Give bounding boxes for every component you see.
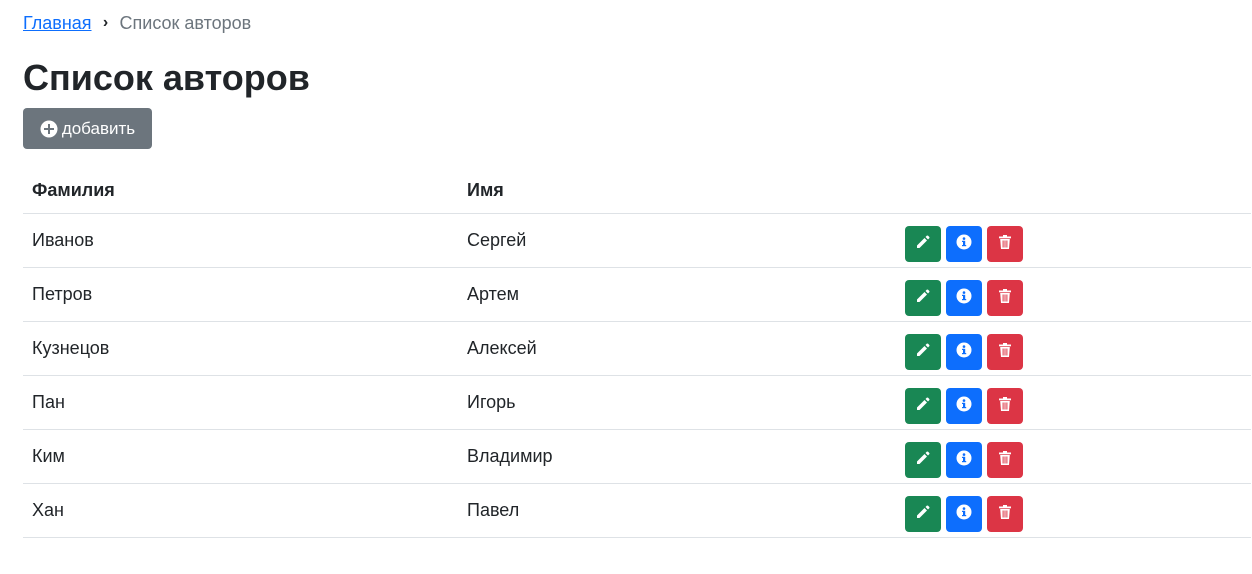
add-button-label: добавить — [61, 118, 136, 138]
cell-actions — [896, 213, 1251, 268]
cell-first-name: Сергей — [458, 213, 896, 268]
row-actions — [905, 279, 1251, 316]
delete-button[interactable] — [987, 279, 1023, 316]
edit-button[interactable] — [905, 279, 941, 316]
row-actions — [905, 441, 1251, 478]
breadcrumb: Главная › Список авторов — [23, 11, 251, 35]
pencil-icon — [915, 396, 931, 415]
info-circle-icon — [956, 450, 972, 469]
info-circle-icon — [956, 234, 972, 253]
cell-actions — [896, 321, 1251, 376]
info-circle-icon — [956, 504, 972, 523]
pencil-icon — [915, 288, 931, 307]
column-header-last-name: Фамилия — [23, 168, 458, 214]
pencil-icon — [915, 234, 931, 253]
trash-icon — [997, 450, 1013, 469]
info-button[interactable] — [946, 225, 982, 262]
table-header: Фамилия Имя — [23, 168, 1251, 214]
delete-button[interactable] — [987, 387, 1023, 424]
cell-actions — [896, 267, 1251, 322]
cell-first-name: Алексей — [458, 321, 896, 376]
cell-first-name: Владимир — [458, 429, 896, 484]
info-button[interactable] — [946, 387, 982, 424]
page-title: Список авторов — [23, 57, 310, 98]
table-row: Кузнецов Алексей — [23, 321, 1251, 376]
trash-icon — [997, 342, 1013, 361]
info-circle-icon — [956, 396, 972, 415]
cell-first-name: Павел — [458, 483, 896, 538]
cell-last-name: Пан — [23, 375, 458, 430]
trash-icon — [997, 288, 1013, 307]
table-body: Иванов Сергей Петров Артем Кузнецов Алек… — [23, 213, 1251, 538]
table-row: Иванов Сергей — [23, 213, 1251, 268]
delete-button[interactable] — [987, 495, 1023, 532]
pencil-icon — [915, 342, 931, 361]
cell-actions — [896, 429, 1251, 484]
row-actions — [905, 387, 1251, 424]
authors-table-wrapper: Фамилия Имя Иванов Сергей Петров Артем К… — [23, 168, 1251, 538]
breadcrumb-current: Список авторов — [119, 13, 252, 33]
table-row: Пан Игорь — [23, 375, 1251, 430]
trash-icon — [997, 396, 1013, 415]
row-actions — [905, 333, 1251, 370]
cell-last-name: Хан — [23, 483, 458, 538]
trash-icon — [997, 234, 1013, 253]
column-header-first-name: Имя — [458, 168, 896, 214]
info-button[interactable] — [946, 495, 982, 532]
delete-button[interactable] — [987, 333, 1023, 370]
breadcrumb-separator: › — [102, 14, 109, 31]
edit-button[interactable] — [905, 225, 941, 262]
info-button[interactable] — [946, 441, 982, 478]
row-actions — [905, 225, 1251, 262]
cell-first-name: Игорь — [458, 375, 896, 430]
cell-last-name: Иванов — [23, 213, 458, 268]
info-circle-icon — [956, 342, 972, 361]
pencil-icon — [915, 504, 931, 523]
edit-button[interactable] — [905, 333, 941, 370]
delete-button[interactable] — [987, 225, 1023, 262]
breadcrumb-home-link[interactable]: Главная — [23, 11, 92, 35]
cell-first-name: Артем — [458, 267, 896, 322]
table-header-row: Фамилия Имя — [23, 168, 1251, 214]
pencil-icon — [915, 450, 931, 469]
authors-table: Фамилия Имя Иванов Сергей Петров Артем К… — [23, 168, 1251, 538]
cell-last-name: Петров — [23, 267, 458, 322]
cell-actions — [896, 375, 1251, 430]
column-header-actions — [896, 168, 1251, 214]
table-row: Петров Артем — [23, 267, 1251, 322]
trash-icon — [997, 504, 1013, 523]
add-button[interactable]: добавить — [23, 108, 152, 149]
cell-last-name: Ким — [23, 429, 458, 484]
edit-button[interactable] — [905, 495, 941, 532]
info-circle-icon — [956, 288, 972, 307]
edit-button[interactable] — [905, 441, 941, 478]
cell-last-name: Кузнецов — [23, 321, 458, 376]
delete-button[interactable] — [987, 441, 1023, 478]
page: Главная › Список авторов Список авторов … — [0, 0, 1252, 574]
info-button[interactable] — [946, 279, 982, 316]
edit-button[interactable] — [905, 387, 941, 424]
table-row: Хан Павел — [23, 483, 1251, 538]
info-button[interactable] — [946, 333, 982, 370]
row-actions — [905, 495, 1251, 532]
plus-circle-icon — [40, 120, 58, 138]
cell-actions — [896, 483, 1251, 538]
table-row: Ким Владимир — [23, 429, 1251, 484]
